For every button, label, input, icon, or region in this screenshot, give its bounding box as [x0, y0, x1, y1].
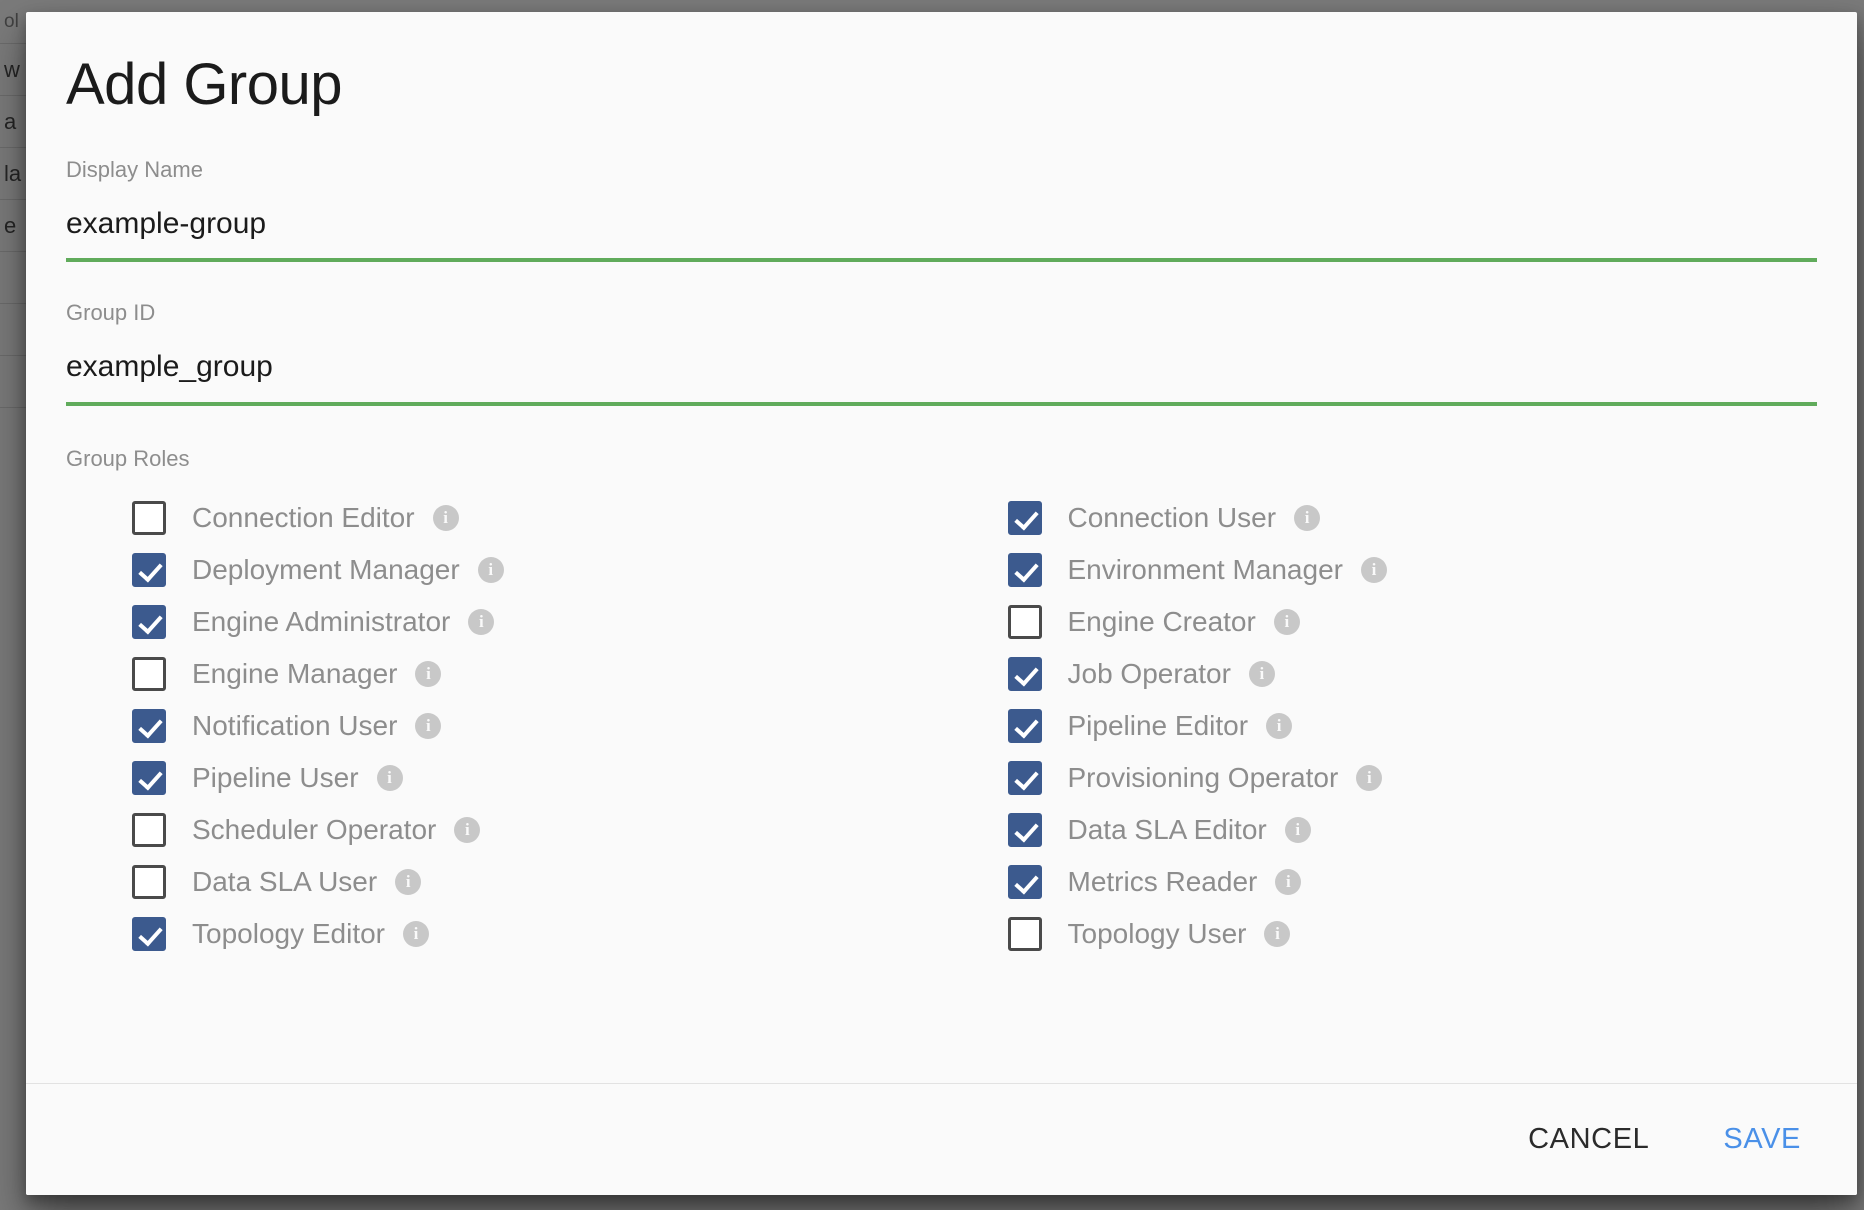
role-label: Provisioning Operator	[1067, 761, 1339, 793]
role-label: Pipeline Editor	[1067, 709, 1249, 741]
info-icon[interactable]: i	[477, 556, 504, 583]
group-roles-grid: Connection Editor i Connection User i Deploy…	[66, 492, 1817, 960]
info-icon[interactable]: i	[403, 920, 430, 947]
role-item-topology-user[interactable]: Topology User i	[942, 908, 1818, 960]
role-item-provisioning-operator[interactable]: Provisioning Operator i	[942, 752, 1818, 804]
role-label: Job Operator	[1067, 657, 1231, 689]
group-id-label: Group ID	[66, 300, 156, 326]
info-icon[interactable]: i	[1273, 608, 1300, 635]
role-label: Topology User	[1067, 917, 1247, 949]
info-icon[interactable]: i	[1275, 868, 1302, 895]
info-icon[interactable]: i	[1360, 556, 1387, 583]
role-item-data-sla-user[interactable]: Data SLA User i	[66, 856, 942, 908]
checkbox-metrics-reader[interactable]	[1007, 864, 1042, 899]
checkbox-topology-editor[interactable]	[132, 916, 166, 951]
display-name-field-group: Display Name	[66, 156, 1817, 263]
role-item-engine-creator[interactable]: Engine Creator i	[942, 596, 1818, 648]
checkbox-connection-editor[interactable]	[132, 500, 166, 535]
role-item-job-operator[interactable]: Job Operator i	[942, 648, 1818, 700]
checkbox-engine-administrator[interactable]	[132, 604, 166, 639]
role-item-engine-manager[interactable]: Engine Manager i	[66, 648, 942, 700]
role-item-connection-editor[interactable]: Connection Editor i	[66, 492, 942, 544]
checkbox-engine-manager[interactable]	[132, 656, 166, 691]
group-id-input[interactable]	[66, 348, 1817, 386]
dialog-body: Add Group Display Name Group ID Group Ro…	[26, 12, 1857, 1083]
role-item-pipeline-user[interactable]: Pipeline User i	[66, 752, 942, 804]
role-label: Environment Manager	[1067, 553, 1343, 585]
checkbox-engine-creator[interactable]	[1007, 604, 1042, 639]
info-icon[interactable]: i	[415, 712, 442, 739]
info-icon[interactable]: i	[1248, 660, 1275, 687]
info-icon[interactable]: i	[1264, 920, 1291, 947]
info-icon[interactable]: i	[1266, 712, 1293, 739]
save-button[interactable]: SAVE	[1717, 1115, 1807, 1164]
role-label: Deployment Manager	[192, 553, 460, 585]
checkbox-scheduler-operator[interactable]	[132, 812, 166, 847]
role-label: Data SLA User	[192, 865, 378, 897]
role-label: Engine Administrator	[192, 605, 451, 637]
role-item-data-sla-editor[interactable]: Data SLA Editor i	[942, 804, 1818, 856]
role-label: Metrics Reader	[1067, 865, 1258, 897]
info-icon[interactable]: i	[1294, 504, 1321, 531]
group-id-underline	[66, 401, 1817, 406]
cancel-button[interactable]: CANCEL	[1522, 1115, 1655, 1164]
role-item-topology-editor[interactable]: Topology Editor i	[66, 908, 942, 960]
checkbox-provisioning-operator[interactable]	[1007, 760, 1042, 795]
role-label: Data SLA Editor	[1067, 813, 1267, 845]
info-icon[interactable]: i	[432, 504, 459, 531]
info-icon[interactable]: i	[415, 660, 442, 687]
checkbox-data-sla-user[interactable]	[132, 864, 166, 899]
role-label: Topology Editor	[192, 917, 386, 949]
role-item-deployment-manager[interactable]: Deployment Manager i	[66, 544, 942, 596]
page-title: Add Group	[66, 52, 343, 117]
checkbox-notification-user[interactable]	[132, 708, 166, 743]
info-icon[interactable]: i	[468, 608, 495, 635]
checkbox-job-operator[interactable]	[1007, 656, 1042, 691]
group-roles-label: Group Roles	[66, 445, 190, 471]
checkbox-environment-manager[interactable]	[1007, 552, 1042, 587]
display-name-input[interactable]	[66, 204, 1817, 243]
role-item-connection-user[interactable]: Connection User i	[942, 492, 1818, 544]
role-item-scheduler-operator[interactable]: Scheduler Operator i	[66, 804, 942, 856]
info-icon[interactable]: i	[454, 816, 481, 843]
role-label: Notification User	[192, 709, 398, 741]
role-label: Connection Editor	[192, 501, 415, 533]
role-item-metrics-reader[interactable]: Metrics Reader i	[942, 856, 1818, 908]
role-label: Scheduler Operator	[192, 813, 437, 845]
checkbox-pipeline-user[interactable]	[132, 760, 166, 795]
role-item-pipeline-editor[interactable]: Pipeline Editor i	[942, 700, 1818, 752]
add-group-dialog: Add Group Display Name Group ID Group Ro…	[26, 12, 1857, 1195]
info-icon[interactable]: i	[395, 868, 422, 895]
info-icon[interactable]: i	[376, 764, 403, 791]
display-name-underline	[66, 258, 1817, 263]
display-name-label: Display Name	[66, 156, 203, 182]
role-item-engine-administrator[interactable]: Engine Administrator i	[66, 596, 942, 648]
checkbox-connection-user[interactable]	[1007, 500, 1042, 535]
info-icon[interactable]: i	[1284, 816, 1311, 843]
role-item-environment-manager[interactable]: Environment Manager i	[942, 544, 1818, 596]
checkbox-data-sla-editor[interactable]	[1007, 812, 1042, 847]
role-item-notification-user[interactable]: Notification User i	[66, 700, 942, 752]
info-icon[interactable]: i	[1356, 764, 1383, 791]
dialog-footer: CANCEL SAVE	[26, 1083, 1857, 1195]
role-label: Engine Manager	[192, 657, 398, 689]
group-roles-section: Group Roles Connection Editor i Connection…	[66, 445, 1817, 960]
checkbox-pipeline-editor[interactable]	[1007, 708, 1042, 743]
checkbox-topology-user[interactable]	[1007, 916, 1042, 951]
group-id-field-group: Group ID	[66, 302, 1817, 406]
role-label: Engine Creator	[1067, 605, 1256, 637]
role-label: Pipeline User	[192, 761, 359, 793]
checkbox-deployment-manager[interactable]	[132, 552, 166, 587]
role-label: Connection User	[1067, 501, 1277, 533]
